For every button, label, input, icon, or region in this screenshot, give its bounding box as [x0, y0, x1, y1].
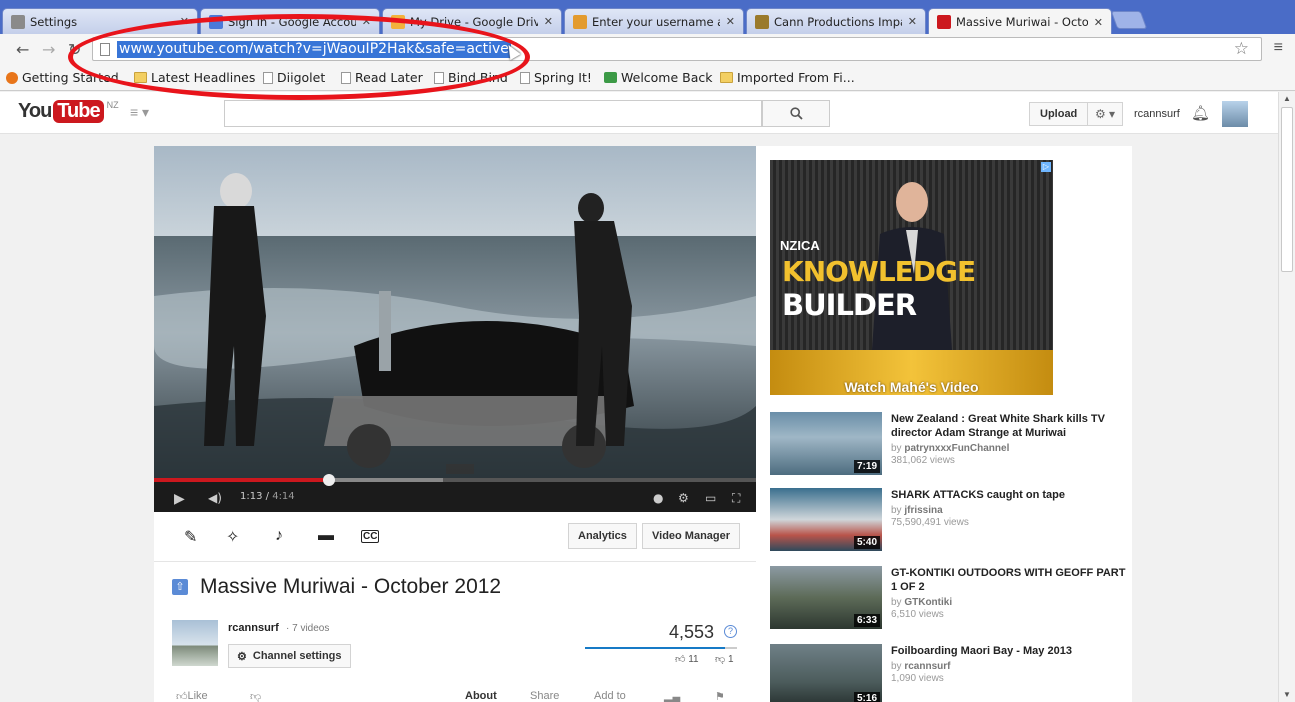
notification-bell-icon[interactable]: 🔔︎: [1191, 104, 1210, 122]
folder-icon: [720, 72, 733, 83]
video-title: Massive Muriwai - October 2012: [200, 575, 502, 598]
settings-gear-icon[interactable]: ⚙: [678, 491, 689, 505]
video-info-panel: ⇧ Massive Muriwai - October 2012 rcannsu…: [154, 562, 756, 702]
new-tab-button[interactable]: [1110, 11, 1148, 29]
tab-enter-username[interactable]: Enter your username and ✕: [564, 8, 744, 34]
app-icon: [604, 72, 617, 83]
guide-menu-icon[interactable]: ≡ ▾: [130, 104, 149, 121]
search-button[interactable]: [762, 100, 830, 127]
red-circle-annotation: [68, 14, 530, 100]
time-display: 1:13 / 4:14: [240, 491, 295, 502]
related-video-1[interactable]: 7:19 New Zealand : Great White Shark kil…: [770, 412, 1130, 476]
audio-note-icon[interactable]: ♪: [275, 527, 283, 545]
like-ratio-bar: [585, 647, 737, 649]
upload-icon: ⇧: [172, 579, 188, 595]
forward-icon[interactable]: →: [42, 40, 55, 59]
tab-about[interactable]: About: [465, 690, 497, 702]
ad-cta[interactable]: Watch Mahé's Video: [770, 379, 1053, 395]
scroll-up-icon[interactable]: ▲: [1283, 94, 1291, 103]
upload-button[interactable]: Upload: [1029, 102, 1089, 126]
related-video-3[interactable]: 6:33 GT-KONTIKI OUTDOORS WITH GEOFF PART…: [770, 566, 1130, 630]
feather-icon: [573, 14, 587, 29]
close-icon[interactable]: ✕: [908, 15, 917, 28]
wrench-icon: [11, 14, 25, 29]
player-controls: ▶ ◀) 1:13 / 4:14 ● ⚙ ▭ ⛶: [154, 474, 756, 512]
ad-info-icon[interactable]: ▷: [1041, 162, 1051, 172]
related-thumbnail[interactable]: 5:40: [770, 488, 882, 551]
advertisement[interactable]: ▷ NZICA KNOWLEDGE BUILDER Watch Mahé's V…: [770, 160, 1053, 395]
gear-icon: ⚙ ▾: [1094, 107, 1116, 121]
fullscreen-icon[interactable]: ⛶: [732, 491, 740, 506]
youtube-logo[interactable]: You Tube NZ: [18, 100, 119, 123]
tab-cann-productions[interactable]: Cann Productions Impact ✕: [746, 8, 926, 34]
played-bar: [154, 478, 329, 482]
dislike-count: 👎︎ 1: [715, 654, 734, 665]
avatar[interactable]: [1222, 101, 1248, 127]
channel-name[interactable]: rcannsurf: [228, 622, 279, 634]
gear-icon: ⚙: [237, 650, 247, 663]
bookmark-spring-it[interactable]: Spring It!: [520, 70, 592, 85]
close-icon[interactable]: ✕: [726, 15, 735, 28]
thumbs-up-icon: 👍︎: [675, 654, 686, 665]
dislike-button[interactable]: 👎︎: [250, 690, 261, 702]
progress-bar[interactable]: [154, 474, 756, 486]
related-video-2[interactable]: 5:40 SHARK ATTACKS caught on tape by jfr…: [770, 488, 1130, 552]
captions-cc-icon[interactable]: CC: [361, 530, 380, 543]
video-player[interactable]: ▶ ◀) 1:13 / 4:14 ● ⚙ ▭ ⛶: [154, 146, 756, 512]
related-video-4[interactable]: 5:16 Foilboarding Maori Bay - May 2013 b…: [770, 644, 1130, 702]
help-icon[interactable]: ?: [724, 625, 737, 638]
back-icon[interactable]: ←: [16, 40, 29, 59]
related-thumbnail[interactable]: 5:16: [770, 644, 882, 702]
channel-settings-button[interactable]: ⚙ Channel settings: [228, 644, 351, 668]
edit-pencil-icon[interactable]: ✎: [184, 527, 197, 547]
video-frame: [154, 146, 756, 478]
username[interactable]: rcannsurf: [1134, 108, 1180, 120]
firefox-icon: [6, 71, 18, 84]
youtube-header: You Tube NZ ≡ ▾ Upload ⚙ ▾ rcannsurf 🔔︎: [0, 92, 1278, 134]
bookmark-imported[interactable]: Imported From Fi...: [720, 70, 855, 85]
chrome-menu-icon[interactable]: ≡: [1274, 39, 1283, 57]
page-icon: [520, 71, 530, 84]
youtube-icon: [937, 15, 951, 29]
bookmark-star-icon[interactable]: ☆: [1234, 39, 1249, 59]
stats-icon[interactable]: ▂▄: [664, 690, 680, 702]
channel-video-count[interactable]: · 7 videos: [286, 623, 329, 634]
channel-thumbnail[interactable]: [172, 620, 218, 666]
bookmark-welcome-back[interactable]: Welcome Back: [604, 70, 713, 85]
search-input[interactable]: [224, 100, 762, 127]
sidebar: ▷ NZICA KNOWLEDGE BUILDER Watch Mahé's V…: [756, 146, 1132, 702]
scrollbar-thumb[interactable]: [1281, 107, 1293, 272]
like-button[interactable]: 👍︎ Like: [176, 690, 208, 702]
screen: Settings ✕ Sign in - Google Accounts ✕ M…: [0, 0, 1295, 702]
video-title-row: ⇧ Massive Muriwai - October 2012: [172, 575, 501, 599]
scrubber-handle[interactable]: [322, 474, 335, 486]
close-icon[interactable]: ✕: [544, 15, 553, 28]
tab-massive-muriwai[interactable]: Massive Muriwai - Octobe ✕: [928, 8, 1112, 35]
thumbs-down-icon: 👎︎: [715, 654, 726, 665]
close-icon[interactable]: ✕: [1094, 16, 1103, 29]
flag-icon[interactable]: ⚑: [715, 690, 725, 702]
view-count: 4,553: [669, 622, 715, 642]
video-manager-button[interactable]: Video Manager: [642, 523, 741, 549]
theater-mode-icon[interactable]: ▭: [705, 491, 716, 505]
like-count: 👍︎ 11: [675, 654, 699, 665]
settings-gear-button[interactable]: ⚙ ▾: [1087, 102, 1123, 126]
leaf-icon: [755, 14, 769, 29]
related-thumbnail[interactable]: 7:19: [770, 412, 882, 475]
creator-action-bar: ✎ ✧ ♪ ▬ CC Analytics Video Manager: [154, 512, 756, 562]
related-thumbnail[interactable]: 6:33: [770, 566, 882, 629]
page-scrollbar[interactable]: ▲ ▼: [1278, 92, 1295, 702]
scroll-down-icon[interactable]: ▼: [1283, 690, 1291, 699]
tab-add-to[interactable]: Add to: [594, 690, 626, 702]
volume-icon[interactable]: ◀): [208, 491, 222, 505]
analytics-button[interactable]: Analytics: [568, 523, 637, 549]
annotation-icon[interactable]: ●: [653, 491, 663, 505]
play-icon[interactable]: ▶: [174, 491, 185, 507]
search-icon: [789, 107, 803, 120]
enhancements-wand-icon[interactable]: ✧: [226, 527, 239, 547]
annotations-icon[interactable]: ▬: [318, 527, 334, 545]
like-ratio-fill: [585, 647, 725, 649]
tab-share[interactable]: Share: [530, 690, 559, 702]
